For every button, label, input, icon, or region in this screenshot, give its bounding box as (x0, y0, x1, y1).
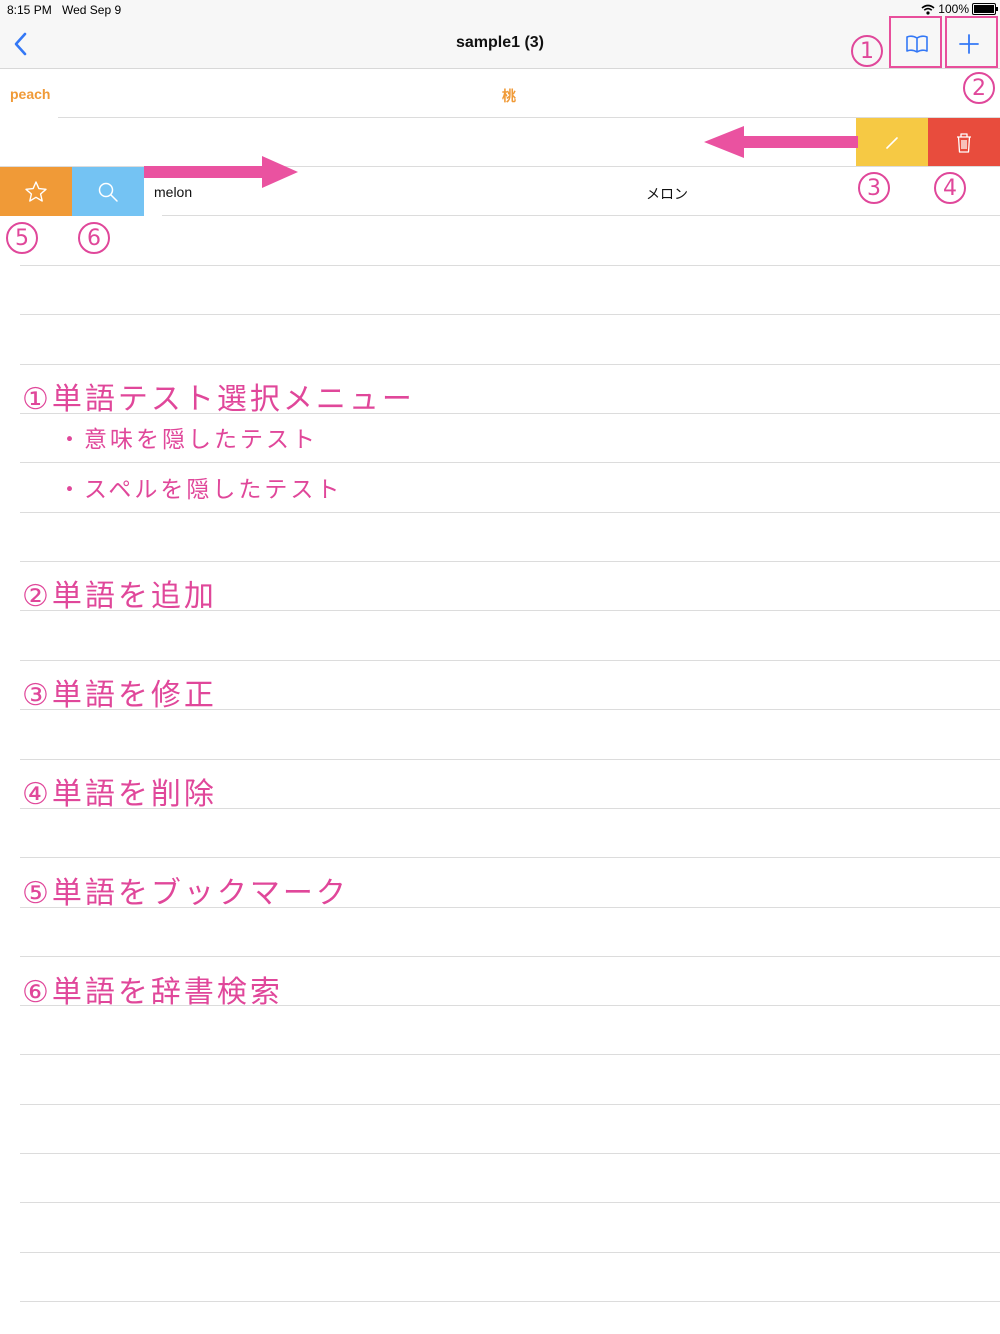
dictionary-search-button[interactable] (72, 167, 144, 216)
row-separator (20, 1252, 1000, 1253)
annotation-dictionary-search: ⑥単語を辞書検索 (22, 975, 283, 1010)
trash-icon (957, 132, 971, 153)
status-right: 100% (921, 2, 998, 16)
word-text: peach (10, 86, 51, 102)
row-separator (20, 1054, 1000, 1055)
swipe-right-arrow (144, 156, 298, 188)
row-separator (20, 561, 1000, 562)
status-bar: 8:15 PM Wed Sep 9 100% (0, 0, 1000, 20)
search-icon (98, 182, 118, 202)
pencil-icon (886, 136, 898, 149)
meaning-text: メロン (646, 186, 688, 202)
swipe-left-arrow (704, 126, 858, 158)
row-separator (20, 857, 1000, 858)
status-date: Wed Sep 9 (62, 3, 122, 17)
annotation-marker-1: 1 (851, 35, 883, 67)
page-title: sample1 (3) (455, 34, 545, 51)
meaning-text: 桃 (502, 88, 516, 104)
annotation-delete-word: ④単語を削除 (22, 777, 217, 812)
row-separator (20, 462, 1000, 463)
row-separator (20, 1202, 1000, 1203)
annotation-marker-5: 5 (6, 222, 38, 254)
annotation-box-2 (945, 16, 998, 68)
annotation-add-word: ②単語を追加 (22, 579, 217, 614)
delete-button[interactable] (928, 118, 1000, 167)
annotation-box-1 (889, 16, 942, 68)
annotation-marker-6: 6 (78, 222, 110, 254)
row-separator (162, 215, 1000, 216)
row-separator (20, 1153, 1000, 1154)
row-separator (20, 364, 1000, 365)
row-separator (20, 265, 1000, 266)
row-separator (20, 660, 1000, 661)
battery-percent: 100% (938, 2, 969, 16)
row-separator (20, 759, 1000, 760)
status-time: 8:15 PM (7, 3, 52, 17)
annotation-test-hide-spelling: ・スペルを隠したテスト (58, 477, 343, 503)
bookmark-button[interactable] (0, 167, 72, 216)
row-separator (20, 1104, 1000, 1105)
annotation-bookmark-word: ⑤単語をブックマーク (22, 876, 349, 911)
word-row-peach[interactable]: peach 桃 (0, 69, 1000, 118)
row-separator (20, 512, 1000, 513)
row-separator (20, 956, 1000, 957)
row-separator (20, 314, 1000, 315)
star-icon (25, 180, 47, 202)
annotation-test-hide-meaning: ・意味を隠したテスト (58, 427, 318, 453)
annotation-edit-word: ③単語を修正 (22, 678, 217, 713)
battery-icon (972, 3, 998, 15)
row-separator (20, 1301, 1000, 1302)
navigation-bar: sample1 (3) (0, 20, 1000, 69)
edit-button[interactable] (856, 118, 928, 167)
annotation-test-menu: ①単語テスト選択メニュー (22, 382, 415, 417)
wifi-icon (921, 4, 935, 15)
